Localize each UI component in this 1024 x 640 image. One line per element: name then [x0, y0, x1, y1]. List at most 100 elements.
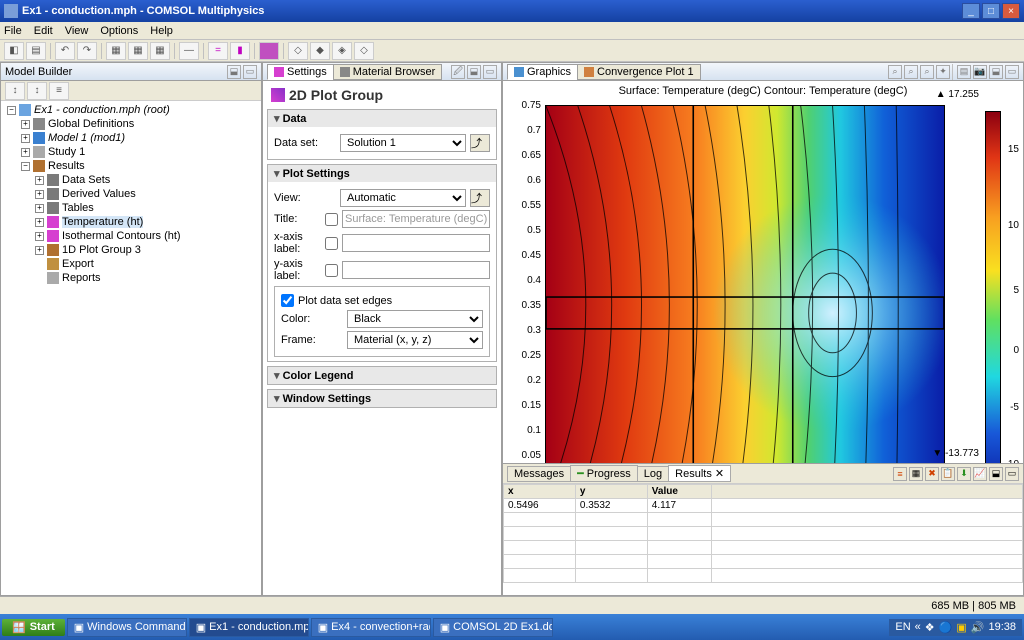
tree-item[interactable]: Study 1 [48, 146, 85, 158]
tab-results[interactable]: Results ✕ [668, 465, 731, 482]
results-tool[interactable]: ✖ [925, 467, 939, 481]
toolbar-btn[interactable]: ◇ [288, 42, 308, 60]
model-tree[interactable]: −Ex1 - conduction.mph (root) +Global Def… [1, 101, 261, 595]
taskbar-item[interactable]: ▣Windows Commander 4.... [67, 618, 187, 637]
toolbar-btn[interactable]: ▤ [26, 42, 46, 60]
clock[interactable]: 19:38 [988, 621, 1016, 633]
tab-messages[interactable]: Messages [507, 466, 571, 482]
toolbar-btn[interactable]: — [179, 42, 199, 60]
panel-btn[interactable]: ▭ [483, 65, 497, 79]
panel-btn[interactable]: ⬓ [467, 65, 481, 79]
tab-material-browser[interactable]: Material Browser [333, 64, 443, 80]
tree-item[interactable]: Reports [62, 272, 101, 284]
toolbar-btn[interactable]: ◈ [332, 42, 352, 60]
col-y[interactable]: y [575, 485, 647, 499]
expander-icon[interactable]: − [7, 106, 16, 115]
tree-item[interactable]: Data Sets [62, 174, 110, 186]
plot-canvas[interactable] [545, 105, 945, 463]
expander-icon[interactable]: + [21, 120, 30, 129]
tree-item[interactable]: Derived Values [62, 188, 136, 200]
tray-icon[interactable]: ❖ [925, 621, 935, 634]
toolbar-btn[interactable]: ▮ [230, 42, 250, 60]
panel-btn[interactable]: 🖉 [451, 65, 465, 79]
menu-options[interactable]: Options [100, 25, 138, 37]
tab-settings[interactable]: Settings [267, 64, 334, 80]
menu-edit[interactable]: Edit [34, 25, 53, 37]
panel-btn[interactable]: ⬓ [989, 467, 1003, 481]
tree-item[interactable]: Isothermal Contours (ht) [62, 230, 181, 242]
taskbar-item[interactable]: ▣Ex4 - convection+radiati... [311, 618, 431, 637]
tree-item-results[interactable]: Results [48, 160, 85, 172]
tray-icon[interactable]: ▣ [956, 621, 966, 634]
table-row[interactable]: 0.5496 0.3532 4.117 [504, 499, 1023, 513]
graphics-btn[interactable]: 📷 [973, 65, 987, 79]
modelbuilder-tab[interactable]: Model Builder [5, 66, 72, 78]
col-value[interactable]: Value [647, 485, 711, 499]
col-x[interactable]: x [504, 485, 576, 499]
plot-area[interactable]: Surface: Temperature (degC) Contour: Tem… [503, 81, 1023, 463]
graphics-btn[interactable]: ▤ [957, 65, 971, 79]
section-data[interactable]: Data [268, 110, 496, 127]
expander-icon[interactable]: + [35, 218, 44, 227]
close-button[interactable]: × [1002, 3, 1020, 19]
tray-icon[interactable]: 🔵 [939, 621, 953, 634]
yaxis-checkbox[interactable] [325, 264, 338, 277]
toolbar-btn[interactable] [259, 42, 279, 60]
dataset-select[interactable]: Solution 1 [340, 134, 466, 152]
toolbar-btn[interactable]: = [208, 42, 228, 60]
expander-icon[interactable]: + [35, 204, 44, 213]
zoom-icon[interactable]: ✦ [936, 65, 950, 79]
toolbar-btn[interactable]: ▦ [106, 42, 126, 60]
results-tool[interactable]: 📈 [973, 467, 987, 481]
results-tool[interactable]: ≡ [893, 467, 907, 481]
expander-icon[interactable]: + [21, 134, 30, 143]
tab-progress[interactable]: ━Progress [570, 465, 638, 482]
section-window-settings[interactable]: Window Settings [268, 390, 496, 407]
toolbar-btn[interactable]: ◧ [4, 42, 24, 60]
graphics-btn[interactable]: ▭ [1005, 65, 1019, 79]
yaxis-input[interactable] [342, 261, 490, 279]
toolbar-btn[interactable]: ↷ [77, 42, 97, 60]
section-plot-settings[interactable]: Plot Settings [268, 165, 496, 182]
tab-log[interactable]: Log [637, 466, 669, 482]
view-goto-button[interactable]: ⤴ [470, 189, 490, 207]
menu-file[interactable]: File [4, 25, 22, 37]
tree-tool[interactable]: ↕ [5, 82, 25, 100]
tree-item[interactable]: 1D Plot Group 3 [62, 244, 141, 256]
tab-convergence[interactable]: Convergence Plot 1 [577, 64, 701, 80]
minimize-button[interactable]: _ [962, 3, 980, 19]
toolbar-btn[interactable]: ◆ [310, 42, 330, 60]
panel-btn[interactable]: ▭ [1005, 467, 1019, 481]
toolbar-btn[interactable]: ◇ [354, 42, 374, 60]
title-checkbox[interactable] [325, 213, 338, 226]
menu-help[interactable]: Help [150, 25, 173, 37]
toolbar-btn[interactable]: ▦ [150, 42, 170, 60]
zoom-icon[interactable]: ⌕ [920, 65, 934, 79]
graphics-btn[interactable]: ⬓ [989, 65, 1003, 79]
xaxis-input[interactable] [342, 234, 490, 252]
expander-icon[interactable]: + [35, 190, 44, 199]
tab-graphics[interactable]: Graphics [507, 64, 578, 80]
tree-item[interactable]: Model 1 (mod1) [48, 132, 125, 144]
color-select[interactable]: Black [347, 310, 483, 328]
maximize-button[interactable]: □ [982, 3, 1000, 19]
results-table[interactable]: x y Value 0.5496 0.3532 4.117 [503, 484, 1023, 595]
tree-item[interactable]: Export [62, 258, 94, 270]
xaxis-checkbox[interactable] [325, 237, 338, 250]
zoom-extents-icon[interactable]: ⌕ [888, 65, 902, 79]
panel-btn[interactable]: ⬓ [227, 65, 241, 79]
lang-indicator[interactable]: EN [895, 621, 910, 633]
dataset-goto-button[interactable]: ⤴ [470, 134, 490, 152]
frame-select[interactable]: Material (x, y, z) [347, 331, 483, 349]
expander-icon[interactable]: + [35, 176, 44, 185]
tree-item[interactable]: Tables [62, 202, 94, 214]
expander-icon[interactable]: + [35, 232, 44, 241]
results-tool[interactable]: ▦ [909, 467, 923, 481]
view-select[interactable]: Automatic [340, 189, 466, 207]
toolbar-btn[interactable]: ▦ [128, 42, 148, 60]
tree-item[interactable]: Global Definitions [48, 118, 134, 130]
expander-icon[interactable]: − [21, 162, 30, 171]
toolbar-btn[interactable]: ↶ [55, 42, 75, 60]
tree-item-temperature[interactable]: Temperature (ht) [62, 216, 143, 228]
system-tray[interactable]: EN « ❖ 🔵 ▣ 🔊 19:38 [889, 619, 1022, 636]
